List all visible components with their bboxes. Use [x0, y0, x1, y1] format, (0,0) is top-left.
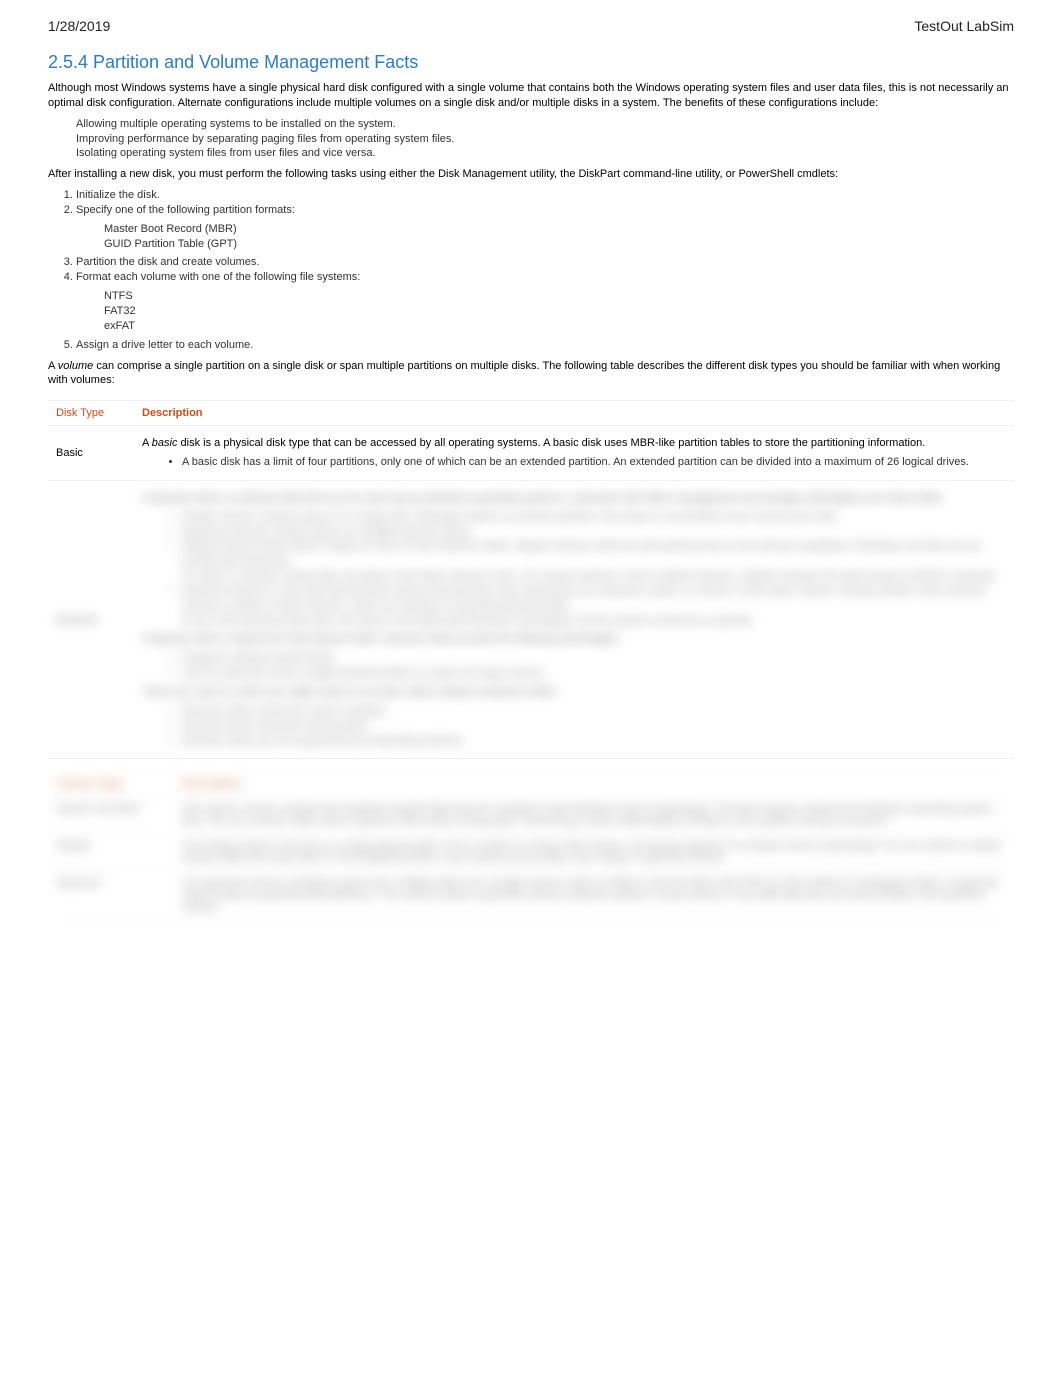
- cell-vol-type: Spanned: [48, 871, 174, 920]
- cell-description: The system volume contains the hardware-…: [174, 797, 1014, 834]
- list-item: Can be spanned across multiple physical …: [182, 666, 1006, 681]
- text: A: [142, 437, 152, 449]
- list-item: Format each volume with one of the follo…: [76, 270, 1014, 333]
- col-header-volume-type: Volume Type: [48, 772, 174, 797]
- desc-list: Dynamic disks cannot be used on laptops.…: [182, 704, 1006, 749]
- header-app: TestOut LabSim: [914, 18, 1014, 34]
- cell-disk-type: Basic: [48, 426, 134, 481]
- desc-text: A dynamic disk is required for fault tol…: [142, 632, 1006, 647]
- list-item: Supports software-based RAID: [182, 651, 1006, 666]
- text: disk is a physical disk type that can be…: [177, 437, 925, 449]
- table-row: Simple The simple volume must be on a si…: [48, 834, 1014, 871]
- cell-description: A basic disk is a physical disk type tha…: [134, 426, 1014, 481]
- sub-list: Master Boot Record (MBR) GUID Partition …: [104, 222, 1014, 252]
- intro-paragraph: Although most Windows systems have a sin…: [48, 81, 1014, 111]
- list-item: Mirrored volume is a two-disk fault-tole…: [182, 584, 1006, 614]
- cell-description: A dynamic disk is a physical disk that c…: [134, 480, 1014, 759]
- col-header-description: Description: [174, 772, 1014, 797]
- list-item: Initialize the disk.: [76, 188, 1014, 203]
- cell-description: The simple volume must be on a single ph…: [174, 834, 1014, 871]
- list-item: GUID Partition Table (GPT): [104, 237, 1014, 252]
- table-header-row: Volume Type Description: [48, 772, 1014, 797]
- desc-text: A dynamic disk is a physical disk that c…: [142, 491, 1006, 506]
- list-item: Dynamic disks cannot be dual-booted.: [182, 719, 1006, 734]
- text: A: [48, 360, 58, 372]
- volume-note: A volume can comprise a single partition…: [48, 359, 1014, 389]
- volume-type-table: Volume Type Description System and Boot …: [48, 771, 1014, 920]
- cell-vol-type: Simple: [48, 834, 174, 871]
- list-item: Master Boot Record (MBR): [104, 222, 1014, 237]
- page-header: 1/28/2019 TestOut LabSim: [0, 0, 1062, 42]
- list-item: If a disk in a striped volume fails, the…: [182, 569, 1006, 584]
- list-item: Assign a drive letter to each volume.: [76, 338, 1014, 353]
- step-text: Specify one of the following partition f…: [76, 204, 295, 216]
- list-item: Partition the disk and create volumes.: [76, 255, 1014, 270]
- emphasis: basic: [152, 437, 178, 449]
- list-item: Isolating operating system files from us…: [76, 146, 1014, 161]
- list-item: Striped volume stores data in stripes on…: [182, 539, 1006, 569]
- col-header-description: Description: [134, 401, 1014, 426]
- text: can comprise a single partition on a sin…: [48, 360, 1000, 387]
- benefits-list: Allowing multiple operating systems to b…: [76, 117, 1014, 162]
- step-text: Format each volume with one of the follo…: [76, 271, 360, 283]
- list-item: Dynamic disks are not supported by all o…: [182, 734, 1006, 749]
- list-item: A basic disk has a limit of four partiti…: [182, 455, 1006, 470]
- after-install-paragraph: After installing a new disk, you must pe…: [48, 167, 1014, 182]
- desc-text: A basic disk is a physical disk type tha…: [142, 436, 1006, 451]
- col-header-disk-type: Disk Type: [48, 401, 134, 426]
- disk-type-table: Disk Type Description Basic A basic disk…: [48, 400, 1014, 759]
- list-item: NTFS: [104, 289, 1014, 304]
- sub-list: NTFS FAT32 exFAT: [104, 289, 1014, 334]
- steps-list: Initialize the disk. Specify one of the …: [76, 188, 1014, 352]
- list-item: Improving performance by separating pagi…: [76, 132, 1014, 147]
- table-row: Spanned The spanned volume combines spac…: [48, 871, 1014, 920]
- list-item: Specify one of the following partition f…: [76, 203, 1014, 252]
- desc-list: Simple volume contains space on a single…: [182, 510, 1006, 629]
- cell-description: The spanned volume combines space from m…: [174, 871, 1014, 920]
- desc-list: Supports software-based RAID Can be span…: [182, 651, 1006, 681]
- cell-disk-type: Dynamic: [48, 480, 134, 759]
- header-date: 1/28/2019: [48, 18, 110, 34]
- list-item: Dynamic disks cannot be used on laptops.: [182, 704, 1006, 719]
- table-row: Basic A basic disk is a physical disk ty…: [48, 426, 1014, 481]
- page-title: 2.5.4 Partition and Volume Management Fa…: [48, 52, 1014, 73]
- list-item: Allowing multiple operating systems to b…: [76, 117, 1014, 132]
- list-item: If one of the physical disks fails, the …: [182, 614, 1006, 629]
- document-body: 2.5.4 Partition and Volume Management Fa…: [0, 52, 1062, 920]
- list-item: Spanned volumes contain space on multipl…: [182, 525, 1006, 540]
- list-item: FAT32: [104, 304, 1014, 319]
- desc-text: There are cases in which you might need …: [142, 685, 1006, 700]
- cell-vol-type: System and Boot: [48, 797, 174, 834]
- emphasis: volume: [58, 360, 93, 372]
- list-item: Simple volume contains space on a single…: [182, 510, 1006, 525]
- table-row: System and Boot The system volume contai…: [48, 797, 1014, 834]
- table-row: Dynamic A dynamic disk is a physical dis…: [48, 480, 1014, 759]
- table-header-row: Disk Type Description: [48, 401, 1014, 426]
- desc-list: A basic disk has a limit of four partiti…: [182, 455, 1006, 470]
- list-item: exFAT: [104, 319, 1014, 334]
